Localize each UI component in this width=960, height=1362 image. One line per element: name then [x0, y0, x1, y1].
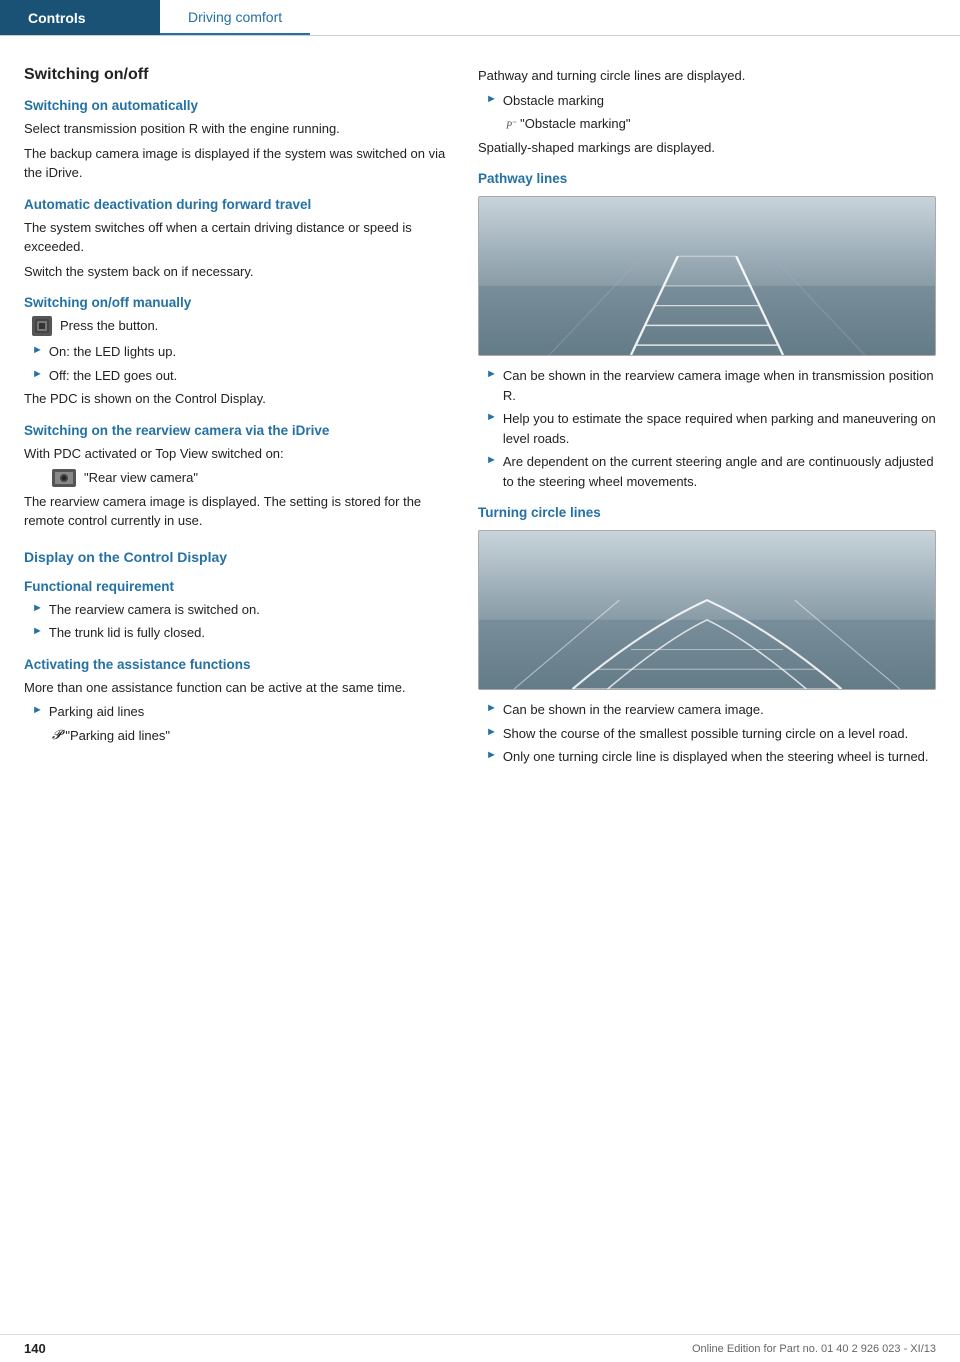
switching-on-auto-para2: The backup camera image is displayed if …: [24, 144, 454, 183]
functional-req-title: Functional requirement: [24, 579, 454, 594]
section-auto-deactivation: Automatic deactivation during forward tr…: [24, 197, 454, 212]
func-req-bullet-1: ► The rearview camera is switched on.: [24, 600, 454, 620]
pathway-bullet-1-text: Can be shown in the rearview camera imag…: [503, 366, 936, 405]
header-controls-tab[interactable]: Controls: [0, 0, 160, 35]
pdc-control-display-text: The PDC is shown on the Control Display.: [24, 389, 454, 409]
parking-aid-label: Parking aid lines: [49, 702, 144, 722]
arrow-icon-12: ►: [486, 749, 497, 761]
obstacle-icon: P⎯: [506, 117, 516, 131]
turning-bullet-2: ► Show the course of the smallest possib…: [478, 724, 936, 744]
pathway-bullet-3-text: Are dependent on the current steering an…: [503, 452, 936, 491]
edition-text: Online Edition for Part no. 01 40 2 926 …: [692, 1343, 936, 1355]
parking-icon: 𝓟: [52, 727, 61, 743]
turning-bullet-3-text: Only one turning circle line is displaye…: [503, 747, 929, 767]
bullet-led-on-text: On: the LED lights up.: [49, 342, 176, 362]
driving-comfort-label: Driving comfort: [188, 9, 282, 25]
auto-deact-para1: The system switches off when a certain d…: [24, 218, 454, 257]
pdc-button-icon: [32, 316, 52, 336]
turning-camera-image: [478, 530, 936, 690]
arrow-icon-5: ►: [32, 704, 43, 716]
page-footer: 140 Online Edition for Part no. 01 40 2 …: [0, 1334, 960, 1362]
rear-view-icon-row: "Rear view camera": [52, 468, 454, 488]
pathway-turning-text: Pathway and turning circle lines are dis…: [478, 66, 936, 86]
obstacle-sub-text: "Obstacle marking": [520, 114, 630, 134]
activating-intro: More than one assistance function can be…: [24, 678, 454, 698]
arrow-icon-11: ►: [486, 726, 497, 738]
auto-deact-para2: Switch the system back on if necessary.: [24, 262, 454, 282]
main-title: Switching on/off: [24, 66, 454, 84]
obstacle-desc: Spatially-shaped markings are displayed.: [478, 138, 936, 158]
pathway-bullet-2-text: Help you to estimate the space required …: [503, 409, 936, 448]
turning-bullet-2-text: Show the course of the smallest possible…: [503, 724, 908, 744]
page-number: 140: [24, 1341, 46, 1356]
section-switching-on-auto: Switching on automatically: [24, 98, 454, 113]
obstacle-sub: P⎯ "Obstacle marking": [478, 114, 936, 134]
arrow-icon-1: ►: [32, 344, 43, 356]
pathway-camera-image: [478, 196, 936, 356]
section-switching-manually: Switching on/off manually: [24, 295, 454, 310]
bullet-led-off-text: Off: the LED goes out.: [49, 366, 177, 386]
turning-bullet-1: ► Can be shown in the rearview camera im…: [478, 700, 936, 720]
func-req-bullet-2: ► The trunk lid is fully closed.: [24, 623, 454, 643]
switching-on-auto-para1: Select transmission position R with the …: [24, 119, 454, 139]
activating-title: Activating the assistance functions: [24, 657, 454, 672]
turning-circle-title: Turning circle lines: [478, 505, 936, 520]
parking-aid-bullet: ► Parking aid lines: [24, 702, 454, 722]
left-column: Switching on/off Switching on automatica…: [24, 66, 454, 771]
obstacle-marking-bullet: ► Obstacle marking: [478, 91, 936, 111]
pathway-bullet-2: ► Help you to estimate the space require…: [478, 409, 936, 448]
button-instruction-text: Press the button.: [60, 316, 158, 336]
arrow-icon-3: ►: [32, 602, 43, 614]
arrow-icon-7: ►: [486, 368, 497, 380]
display-control-title: Display on the Control Display: [24, 549, 454, 565]
page-header: Controls Driving comfort: [0, 0, 960, 36]
rearview-para2: The rearview camera image is displayed. …: [24, 492, 454, 531]
right-column: Pathway and turning circle lines are dis…: [478, 66, 936, 771]
rear-view-label: "Rear view camera": [84, 468, 198, 488]
turning-bullet-3: ► Only one turning circle line is displa…: [478, 747, 936, 767]
rear-view-icon: [52, 469, 76, 487]
arrow-icon-4: ►: [32, 625, 43, 637]
button-instruction-row: Press the button.: [24, 316, 454, 336]
bullet-led-on: ► On: the LED lights up.: [24, 342, 454, 362]
func-req-bullet-2-text: The trunk lid is fully closed.: [49, 623, 205, 643]
controls-label: Controls: [28, 10, 86, 26]
header-driving-tab[interactable]: Driving comfort: [160, 0, 310, 35]
turning-bullet-1-text: Can be shown in the rearview camera imag…: [503, 700, 764, 720]
obstacle-icon-row: P⎯ "Obstacle marking": [506, 114, 936, 134]
arrow-icon-8: ►: [486, 411, 497, 423]
arrow-icon-10: ►: [486, 702, 497, 714]
rear-view-label-row: "Rear view camera": [24, 468, 454, 488]
arrow-icon-2: ►: [32, 368, 43, 380]
pathway-bullet-3: ► Are dependent on the current steering …: [478, 452, 936, 491]
func-req-bullet-1-text: The rearview camera is switched on.: [49, 600, 260, 620]
pathway-lines-title: Pathway lines: [478, 171, 936, 186]
obstacle-marking-label: Obstacle marking: [503, 91, 604, 111]
bullet-led-off: ► Off: the LED goes out.: [24, 366, 454, 386]
section-rearview: Switching on the rearview camera via the…: [24, 423, 454, 438]
parking-aid-sub-row: 𝓟 "Parking aid lines": [52, 726, 454, 746]
parking-aid-sub-text: "Parking aid lines": [65, 726, 170, 746]
main-content: Switching on/off Switching on automatica…: [0, 36, 960, 801]
rearview-para1: With PDC activated or Top View switched …: [24, 444, 454, 464]
arrow-icon-6: ►: [486, 93, 497, 105]
arrow-icon-9: ►: [486, 454, 497, 466]
parking-aid-sub: 𝓟 "Parking aid lines": [24, 726, 454, 746]
pathway-bullet-1: ► Can be shown in the rearview camera im…: [478, 366, 936, 405]
